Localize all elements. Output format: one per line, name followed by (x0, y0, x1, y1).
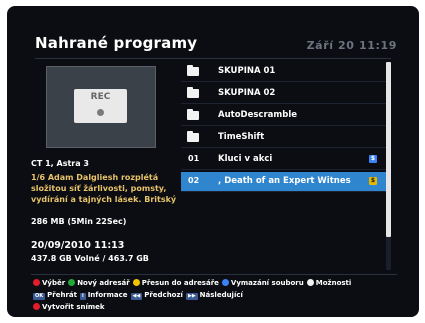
legend-item: Vymazání souboru (221, 279, 304, 287)
tv-screen: Nahrané programy Září 20 11:19 REC CT 1,… (7, 6, 419, 317)
folder-row[interactable]: SKUPINA 01 (181, 62, 387, 82)
rec-icon: REC (74, 89, 127, 123)
legend-label: Přesun do adresáře (141, 279, 219, 287)
record-dot-icon (97, 109, 104, 116)
legend-item: Přesun do adresáře (132, 279, 219, 287)
color-button-icon (68, 279, 76, 286)
legend-item: i Informace (79, 291, 128, 300)
folder-row[interactable]: AutoDescramble (181, 106, 387, 126)
description-line-2: složitou síť žárlivosti, pomsty, (31, 184, 167, 193)
row-name: Kluci v akci (218, 154, 273, 164)
legend-label: Informace (87, 291, 128, 299)
recording-row[interactable]: 01 Kluci v akci $ (181, 150, 387, 170)
legend-label: Možnosti (315, 279, 352, 287)
page-title: Nahrané programy (35, 34, 198, 52)
legend-label: Předchozí (144, 291, 183, 299)
storage-info: 437.8 GB Volné / 463.7 GB (31, 254, 149, 263)
legend-item: Vytvořit snímek (33, 303, 105, 311)
row-name: AutoDescramble (218, 110, 297, 120)
footer-row-3: Vytvořit snímek (33, 303, 108, 311)
footer-row-1: Výběr Nový adresář Přesun do adresáře Vymaz… (33, 279, 354, 287)
row-name: SKUPINA 01 (218, 66, 276, 76)
legend-item: ▶▶ Následující (185, 291, 243, 300)
preview-pane: REC (46, 66, 156, 148)
row-name: , Death of an Expert Witnes (218, 176, 351, 186)
remote-key-icon: i (79, 293, 86, 300)
legend-item: ◀◀ Předchozí (130, 291, 183, 300)
legend-item: Výběr (33, 279, 65, 287)
scrollbar-thumb[interactable] (386, 62, 391, 237)
color-button-icon (132, 279, 140, 286)
remote-key-icon: ◀◀ (130, 293, 143, 300)
color-button-icon (33, 279, 40, 286)
legend-label: Následující (199, 291, 243, 299)
color-button-icon (221, 279, 229, 286)
folder-row[interactable]: SKUPINA 02 (181, 84, 387, 104)
legend-item: OK Přehrát (33, 291, 77, 300)
footer-row-2: OK Přehrát i Informace ◀◀ Předchozí ▶▶ Následuj… (33, 291, 246, 300)
clock: Září 20 11:19 (306, 39, 397, 52)
remote-key-icon: OK (33, 293, 46, 300)
rec-label: REC (90, 92, 111, 102)
folder-icon (187, 87, 199, 98)
legend-label: Nový adresář (77, 279, 130, 287)
folder-icon (187, 109, 199, 120)
row-number: 01 (188, 154, 200, 163)
legend-label: Výběr (42, 279, 66, 287)
row-number: 02 (188, 176, 200, 185)
legend-label: Vytvořit snímek (42, 303, 105, 311)
channel-info: CT 1, Astra 3 (31, 159, 89, 168)
description-line-3: vydírání a tajných lásek. Britský (31, 195, 177, 204)
folder-icon (187, 65, 199, 76)
scrollbar[interactable] (386, 62, 391, 270)
recordings-list: SKUPINA 01 SKUPINA 02 AutoDescramble TimeSh… (181, 62, 390, 270)
recording-row[interactable]: 02 , Death of an Expert Witnes $ (181, 172, 387, 192)
recording-size: 286 MB (5Min 22Sec) (31, 217, 127, 226)
scrambled-badge-icon: $ (369, 155, 377, 163)
header-divider (35, 58, 391, 59)
folder-icon (187, 131, 199, 142)
legend-item: Možnosti (306, 279, 352, 287)
folder-row[interactable]: TimeShift (181, 128, 387, 148)
color-button-icon (33, 303, 40, 310)
footer-divider (31, 274, 397, 275)
remote-key-icon: ▶▶ (185, 293, 198, 300)
row-name: TimeShift (218, 132, 265, 142)
legend-item: Nový adresář (68, 279, 130, 287)
recording-datetime: 20/09/2010 11:13 (31, 240, 125, 251)
color-button-icon (306, 279, 314, 286)
legend-label: Přehrát (47, 291, 77, 299)
scrambled-badge-icon: $ (369, 177, 377, 185)
legend-label: Vymazání souboru (230, 279, 304, 287)
row-name: SKUPINA 02 (218, 88, 276, 98)
description-line-1: 1/6 Adam Dalgliesh rozplétá (31, 173, 159, 182)
